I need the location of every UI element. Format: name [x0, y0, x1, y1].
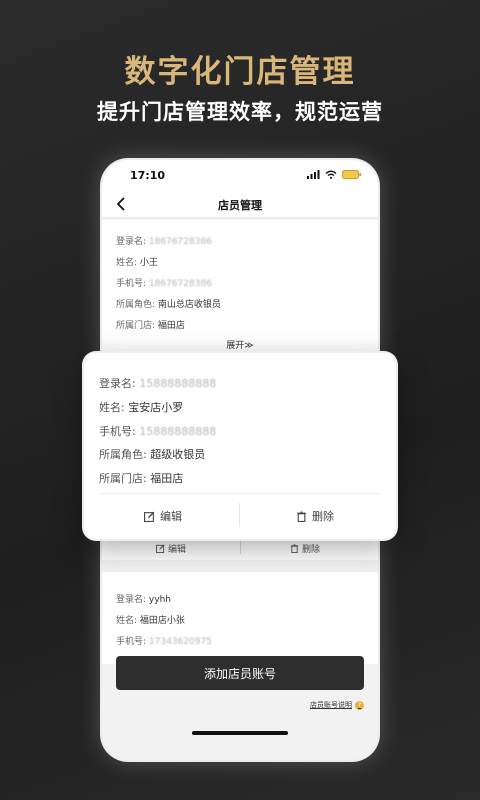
login-value-2: yyhh	[148, 595, 171, 605]
status-time: 17:10	[130, 169, 166, 182]
behind-delete-label: 删除	[302, 545, 321, 555]
behind-edit-button[interactable]: 编辑	[156, 542, 186, 555]
delete-button[interactable]: 删除	[296, 508, 334, 524]
role-label: 所属角色:	[116, 300, 156, 310]
float-role-value: 超级收银员	[150, 448, 206, 461]
battery-icon	[342, 170, 362, 179]
float-name-label: 姓名:	[99, 401, 125, 414]
status-icons	[307, 170, 362, 179]
trash-icon	[297, 511, 306, 522]
float-store-row: 所属门店: 福田店	[99, 470, 183, 486]
status-bar: 17:10	[102, 160, 378, 190]
float-phone-label: 手机号:	[99, 425, 136, 438]
float-phone-row: 手机号: 15888888888	[99, 423, 216, 439]
store-value: 福田店	[157, 321, 185, 331]
phone-label-2: 手机号:	[116, 637, 147, 647]
float-name-row: 姓名: 宝安店小罗	[99, 399, 183, 415]
signal-icon	[307, 170, 320, 179]
login-value: 18676728386	[148, 237, 212, 247]
edit-icon	[156, 544, 165, 553]
phone-value-2: 17343620975	[148, 637, 212, 647]
name-row-2: 姓名: 福田店小张	[116, 613, 185, 626]
name-row: 姓名: 小王	[116, 255, 158, 268]
float-store-label: 所属门店:	[99, 472, 147, 485]
float-phone-value: 15888888888	[139, 425, 217, 438]
delete-label: 删除	[312, 510, 334, 523]
help-link[interactable]: 店员账号说明 ?	[310, 700, 364, 710]
float-login-value: 15888888888	[139, 377, 217, 390]
behind-action-bar: 编辑 删除	[102, 538, 378, 558]
float-name-value: 宝安店小罗	[128, 401, 184, 414]
behind-delete-button[interactable]: 删除	[290, 542, 320, 555]
login-label: 登录名:	[116, 237, 147, 247]
staff-card-2: 登录名: yyhh 姓名: 福田店小张 手机号: 17343620975	[102, 572, 378, 664]
phone-row: 手机号: 18676728386	[116, 276, 212, 289]
trash-icon	[290, 544, 299, 553]
name-label-2: 姓名:	[116, 616, 138, 626]
role-row: 所属角色: 南山总店收银员	[116, 297, 221, 310]
question-icon: ?	[355, 700, 364, 710]
name-label: 姓名:	[116, 258, 138, 268]
home-indicator	[192, 731, 288, 735]
add-staff-button[interactable]: 添加店员账号	[116, 656, 364, 690]
login-row-2: 登录名: yyhh	[116, 592, 171, 605]
store-row: 所属门店: 福田店	[116, 318, 185, 331]
float-login-row: 登录名: 15888888888	[99, 375, 216, 391]
phone-value: 18676728386	[148, 279, 212, 289]
float-login-label: 登录名:	[99, 377, 136, 390]
login-row: 登录名: 18676728386	[116, 234, 212, 247]
float-separator	[99, 493, 381, 494]
banner-subtitle: 提升门店管理效率，规范运营	[97, 100, 383, 124]
role-value: 南山总店收银员	[157, 300, 221, 310]
edit-label: 编辑	[160, 510, 182, 523]
edit-button[interactable]: 编辑	[144, 508, 182, 524]
wifi-icon	[325, 170, 337, 179]
edit-icon	[144, 511, 155, 522]
floating-staff-card: 登录名: 15888888888 姓名: 宝安店小罗 手机号: 15888888…	[84, 353, 396, 539]
help-link-label: 店员账号说明	[310, 701, 352, 709]
float-role-row: 所属角色: 超级收银员	[99, 446, 205, 462]
nav-bar: 店员管理	[102, 190, 378, 218]
expand-button[interactable]: 展开≫	[102, 338, 378, 351]
page-title: 店员管理	[218, 199, 262, 212]
float-role-label: 所属角色:	[99, 448, 147, 461]
float-store-value: 福田店	[150, 472, 184, 485]
store-label: 所属门店:	[116, 321, 156, 331]
behind-edit-label: 编辑	[168, 545, 187, 555]
divider	[240, 540, 241, 554]
name-value: 小王	[139, 258, 158, 268]
name-value-2: 福田店小张	[139, 616, 185, 626]
phone-label: 手机号:	[116, 279, 147, 289]
action-divider	[239, 503, 240, 527]
login-label-2: 登录名:	[116, 595, 147, 605]
phone-row-2: 手机号: 17343620975	[116, 634, 212, 647]
banner-title: 数字化门店管理	[124, 54, 356, 90]
